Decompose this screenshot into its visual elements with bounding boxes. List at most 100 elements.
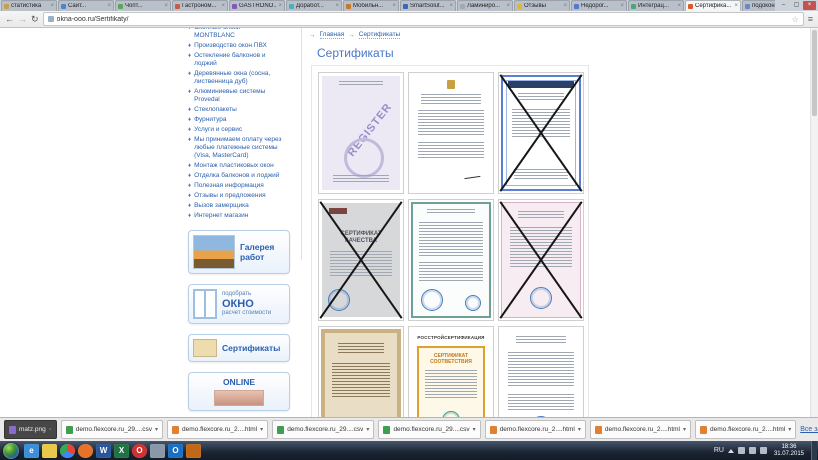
tab-close-icon[interactable]: × xyxy=(221,3,225,9)
sidebar-item-poleznaya[interactable]: ♦Полезная информация xyxy=(188,182,298,190)
sidebar-item-otzyvy[interactable]: ♦Отзывы и предложения xyxy=(188,192,298,200)
tab-integracia[interactable]: Интеграц...× xyxy=(628,0,684,11)
tab-close-icon[interactable]: × xyxy=(392,3,396,9)
sidebar-item-proizvodstvo[interactable]: ♦Производство окон ПВХ xyxy=(188,42,298,50)
promo-gallery[interactable]: Галерея работ xyxy=(188,230,290,274)
excel-icon[interactable]: X xyxy=(114,444,129,458)
tab-close-icon[interactable]: × xyxy=(278,3,282,9)
tab-close-icon[interactable]: × xyxy=(563,3,567,9)
opera-icon[interactable]: O xyxy=(132,444,147,458)
outlook-icon[interactable]: O xyxy=(168,444,183,458)
promo-window-configurator[interactable]: подобрать ОКНО расчет стоимости xyxy=(188,284,290,324)
taskbar-clock[interactable]: 18:36 31.07.2015 xyxy=(771,444,807,458)
tab-gastronom[interactable]: Гастроном...× xyxy=(172,0,228,11)
sidebar-item-magazin[interactable]: ♦Интернет магазин xyxy=(188,212,298,220)
download-item[interactable]: matz.png▾ xyxy=(4,420,57,439)
sidebar-item-otdelka[interactable]: ♦Отделка балконов и лоджий xyxy=(188,172,298,180)
chrome-icon[interactable] xyxy=(60,444,75,458)
certificate-thumbnail-2[interactable] xyxy=(408,72,494,194)
tab-close-icon[interactable]: × xyxy=(164,3,168,9)
tab-statistika[interactable]: статистика× xyxy=(1,0,57,11)
action-center-icon[interactable] xyxy=(738,447,745,454)
tab-close-icon[interactable]: × xyxy=(50,3,54,9)
sidebar-item-montazh[interactable]: ♦Монтаж пластиковых окон xyxy=(188,162,298,170)
promo-online-consultant[interactable]: ONLINE xyxy=(188,372,290,411)
tab-smartsolutions[interactable]: SmartSolut...× xyxy=(400,0,456,11)
tab-laminirovanie[interactable]: Ламиниро...× xyxy=(457,0,513,11)
download-item[interactable]: demo.flexcore.ru_29....csv▾ xyxy=(378,420,480,439)
breadcrumb-home-link[interactable]: Главная xyxy=(320,31,345,39)
tab-close-icon[interactable]: × xyxy=(449,3,453,9)
word-icon[interactable]: W xyxy=(96,444,111,458)
tab-close-icon[interactable]: × xyxy=(506,3,510,9)
volume-icon[interactable] xyxy=(760,447,767,454)
language-indicator[interactable]: RU xyxy=(714,447,724,454)
url-text[interactable]: okna-ooo.ru/Sertifikaty/ xyxy=(57,16,789,23)
download-item[interactable]: demo.flexcore.ru_2....html▾ xyxy=(167,420,268,439)
tab-3[interactable]: Чопт...× xyxy=(115,0,171,11)
chevron-down-icon[interactable]: ▾ xyxy=(578,426,581,433)
scrollbar-thumb[interactable] xyxy=(812,30,817,116)
tab-sertifikaty-active[interactable]: Сертифика...× xyxy=(685,0,741,11)
tab-2[interactable]: Сайт...× xyxy=(58,0,114,11)
sidebar-item-derevyannye[interactable]: ♦Деревянные окна (сосна, лиственница дуб… xyxy=(188,70,298,86)
chevron-down-icon[interactable]: ▾ xyxy=(260,426,263,433)
show-all-downloads-link[interactable]: Все загруженные файл... xyxy=(800,426,818,433)
sidebar-item-osteklenie[interactable]: ♦Остекление балконов и лоджий xyxy=(188,52,298,68)
chevron-down-icon[interactable]: ▾ xyxy=(788,426,791,433)
sidebar-item-montblanc[interactable]: ♦Оконные блоки MONTBLANC xyxy=(188,28,298,40)
bookmark-star-icon[interactable]: ☆ xyxy=(792,15,799,24)
chevron-down-icon[interactable]: ▾ xyxy=(366,426,369,433)
sidebar-item-aluminievye[interactable]: ♦Алюминиевые системы Provedal xyxy=(188,88,298,104)
chevron-down-icon[interactable]: ▾ xyxy=(473,426,476,433)
refresh-icon[interactable]: ↻ xyxy=(31,15,39,24)
sidebar-item-zamershik[interactable]: ♦Вызов замерщика xyxy=(188,202,298,210)
minimize-button[interactable]: – xyxy=(777,1,790,10)
ie-icon[interactable]: e xyxy=(24,444,39,458)
certificate-thumbnail-7[interactable] xyxy=(318,326,404,417)
certificate-thumbnail-9[interactable] xyxy=(498,326,584,417)
tab-nedorogie[interactable]: Недорог...× xyxy=(571,0,627,11)
tab-close-icon[interactable]: × xyxy=(335,3,339,9)
chevron-down-icon[interactable]: ▾ xyxy=(49,426,52,433)
certificate-thumbnail-8[interactable]: РОССТРОЙСЕРТИФИКАЦИЯ СЕРТИФИКАТ СООТВЕТС… xyxy=(408,326,494,417)
media-player-icon[interactable] xyxy=(186,444,201,458)
sidebar-item-furnitura[interactable]: ♦Фурнитура xyxy=(188,116,298,124)
download-item[interactable]: demo.flexcore.ru_29....csv▾ xyxy=(272,420,374,439)
promo-certificates[interactable]: Сертификаты xyxy=(188,334,290,362)
tab-close-icon[interactable]: × xyxy=(734,3,738,9)
tab-close-icon[interactable]: × xyxy=(677,3,681,9)
tray-expand-icon[interactable] xyxy=(728,449,734,453)
tab-close-icon[interactable]: × xyxy=(620,3,624,9)
certificate-thumbnail-3[interactable] xyxy=(498,72,584,194)
network-icon[interactable] xyxy=(749,447,756,454)
back-icon[interactable]: ← xyxy=(5,15,14,24)
browser-menu-icon[interactable]: ≡ xyxy=(808,14,813,24)
chevron-down-icon[interactable]: ▾ xyxy=(155,426,158,433)
show-desktop-button[interactable] xyxy=(811,441,817,460)
firefox-icon[interactable] xyxy=(78,444,93,458)
certificate-thumbnail-5[interactable] xyxy=(408,199,494,321)
tab-gastrono-en[interactable]: GASTRONO...× xyxy=(229,0,285,11)
forward-icon[interactable]: → xyxy=(18,15,27,24)
tab-mobilny[interactable]: Мобильн...× xyxy=(343,0,399,11)
notepad-icon[interactable] xyxy=(150,444,165,458)
page-scrollbar[interactable] xyxy=(810,28,818,417)
tab-close-icon[interactable]: × xyxy=(107,3,111,9)
tab-otzyvy[interactable]: Отзывы× xyxy=(514,0,570,11)
download-item[interactable]: demo.flexcore.ru_2....html▾ xyxy=(590,420,691,439)
download-item[interactable]: demo.flexcore.ru_2....html▾ xyxy=(695,420,796,439)
start-button[interactable] xyxy=(3,443,19,459)
certificate-thumbnail-4[interactable]: СЕРТИФИКАТ КАЧЕСТВА xyxy=(318,199,404,321)
certificate-thumbnail-6[interactable] xyxy=(498,199,584,321)
folder-icon[interactable] xyxy=(42,444,57,458)
chevron-down-icon[interactable]: ▾ xyxy=(683,426,686,433)
address-bar[interactable]: okna-ooo.ru/Sertifikaty/ ☆ xyxy=(43,12,804,26)
maximize-button[interactable]: ▢ xyxy=(790,1,803,10)
download-item[interactable]: demo.flexcore.ru_2....html▾ xyxy=(485,420,586,439)
tab-dorabotka[interactable]: Доработ...× xyxy=(286,0,342,11)
sidebar-item-uslugi[interactable]: ♦Услуги и сервис xyxy=(188,126,298,134)
sidebar-item-steklopakety[interactable]: ♦Стеклопакеты xyxy=(188,106,298,114)
certificate-thumbnail-1[interactable]: REGISTER xyxy=(318,72,404,194)
close-button[interactable]: × xyxy=(803,1,816,10)
